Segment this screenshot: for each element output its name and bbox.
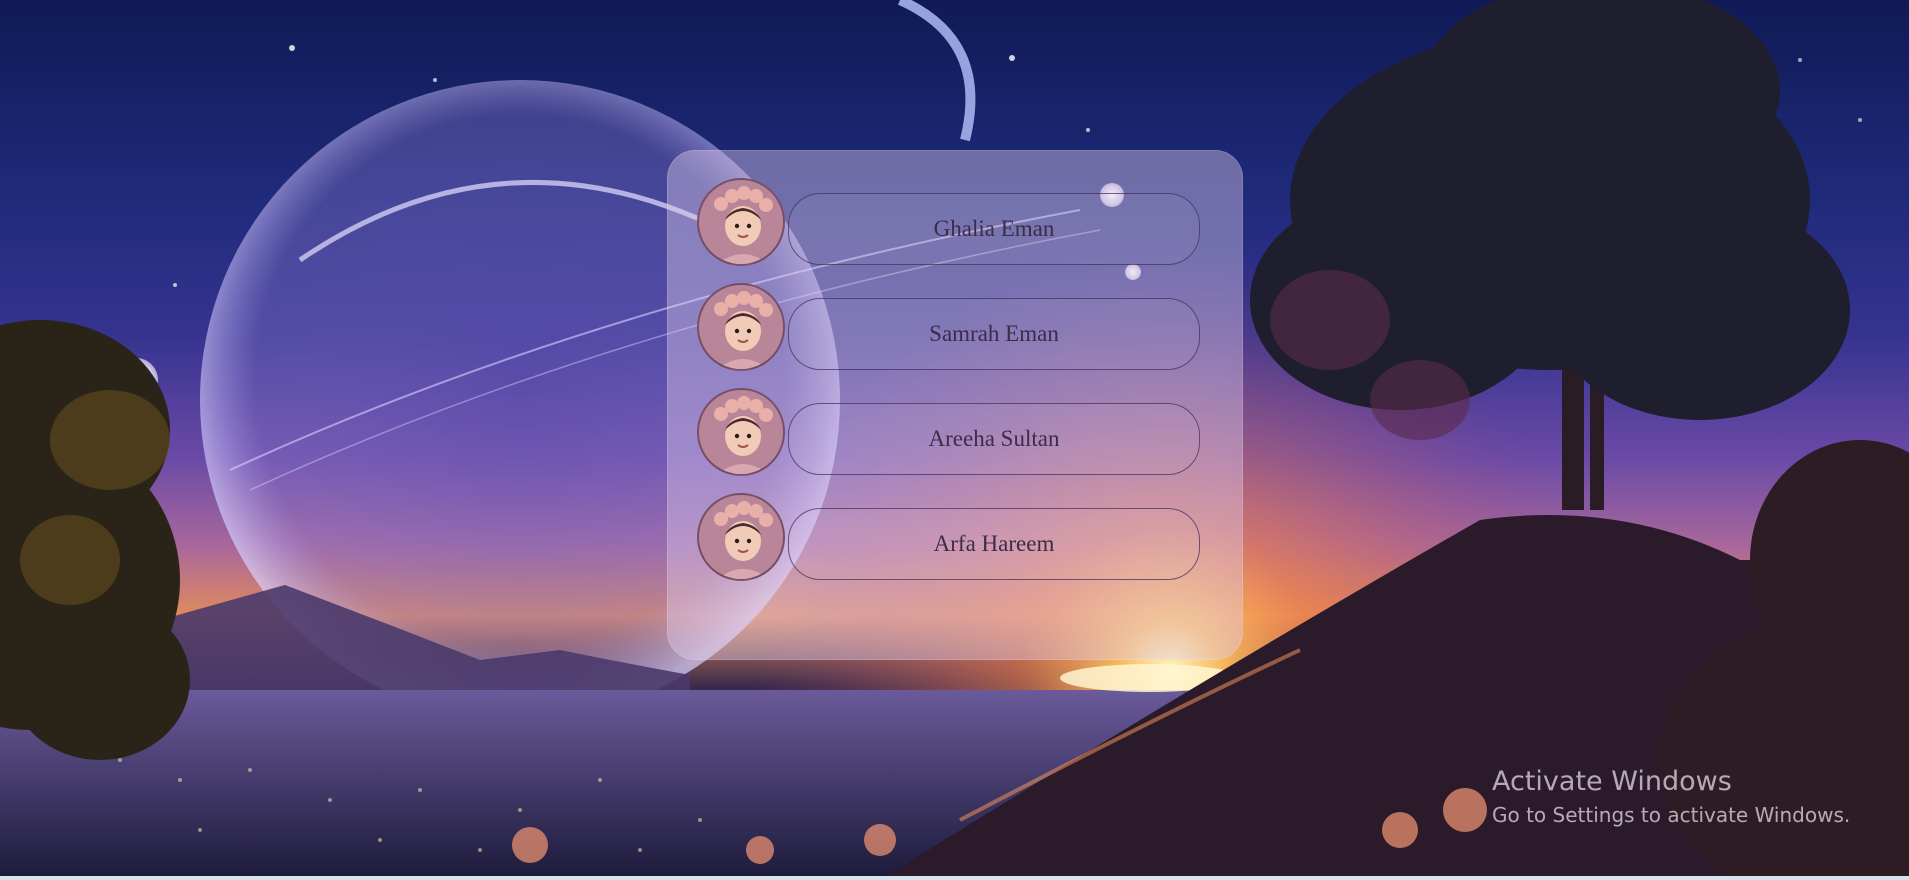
watermark-title: Activate Windows bbox=[1492, 766, 1732, 797]
profile-row: Arfa Hareem bbox=[697, 493, 1217, 585]
profile-name-label: Arfa Hareem bbox=[933, 531, 1055, 556]
activate-windows-watermark: Activate Windows Go to Settings to activ… bbox=[1492, 764, 1850, 830]
profile-row: Ghalia Eman bbox=[697, 178, 1217, 270]
baby-portrait-icon bbox=[699, 180, 783, 264]
profile-name-button[interactable]: Samrah Eman bbox=[788, 298, 1200, 370]
profile-name-label: Areeha Sultan bbox=[928, 426, 1060, 451]
baby-portrait-icon bbox=[699, 285, 783, 369]
profile-name-button[interactable]: Ghalia Eman bbox=[788, 193, 1200, 265]
baby-portrait-icon bbox=[699, 495, 783, 579]
screen-bottom-edge bbox=[0, 876, 1909, 880]
profile-row: Samrah Eman bbox=[697, 283, 1217, 375]
watermark-subtitle: Go to Settings to activate Windows. bbox=[1492, 803, 1851, 827]
profile-name-label: Ghalia Eman bbox=[933, 216, 1055, 241]
profile-name-label: Samrah Eman bbox=[929, 321, 1059, 346]
profile-avatar bbox=[697, 493, 785, 581]
profile-list-card: Ghalia Eman Samrah Eman Areeha Sultan Ar… bbox=[667, 150, 1243, 660]
profile-avatar bbox=[697, 283, 785, 371]
profile-name-button[interactable]: Arfa Hareem bbox=[788, 508, 1200, 580]
profile-row: Areeha Sultan bbox=[697, 388, 1217, 480]
baby-portrait-icon bbox=[699, 390, 783, 474]
profile-name-button[interactable]: Areeha Sultan bbox=[788, 403, 1200, 475]
profile-avatar bbox=[697, 388, 785, 476]
profile-avatar bbox=[697, 178, 785, 266]
